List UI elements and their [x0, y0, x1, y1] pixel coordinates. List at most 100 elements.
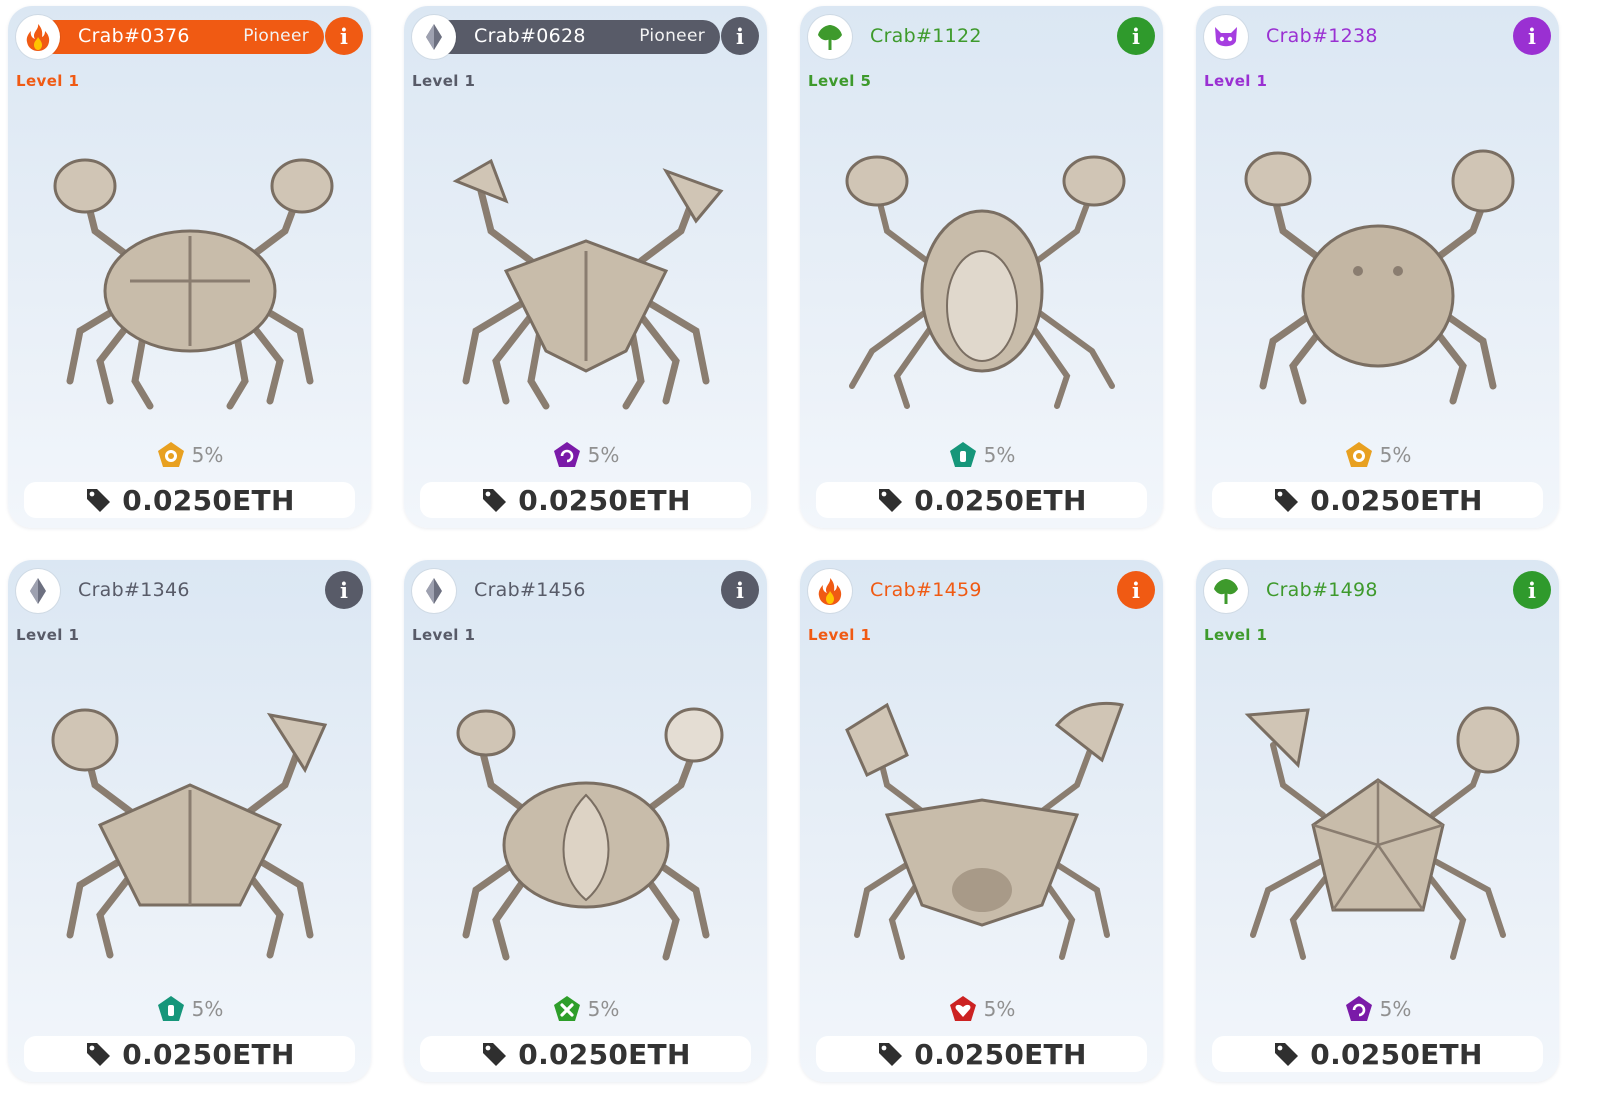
bonus-row: 5% [404, 994, 767, 1024]
price-value: 0.0250ETH [518, 483, 691, 517]
crab-name: Crab#1346 [78, 579, 190, 601]
price-bar: 0.0250ETH [24, 1036, 355, 1072]
bonus-value: 5% [191, 997, 224, 1021]
card-header: Crab#0628 Pioneer i [412, 15, 759, 59]
ghost-crystal-icon [412, 15, 456, 59]
bonus-value: 5% [191, 443, 224, 467]
card-header: Crab#0376 Pioneer i [16, 15, 363, 59]
info-button[interactable]: i [721, 17, 759, 55]
info-button[interactable]: i [721, 571, 759, 609]
crab-card[interactable]: Crab#1456 i Level 1 5% 0.0250ETH [404, 560, 767, 1082]
price-value: 0.0250ETH [122, 1037, 295, 1071]
crab-image[interactable] [420, 121, 751, 421]
nature-leaf-icon [1204, 569, 1248, 613]
nature-leaf-icon [808, 15, 852, 59]
crab-level: Level 5 [808, 72, 872, 90]
crab-image[interactable] [24, 121, 355, 421]
card-header: Crab#1346 i [16, 569, 363, 613]
crab-image[interactable] [1212, 121, 1543, 421]
info-button[interactable]: i [1117, 17, 1155, 55]
price-bar: 0.0250ETH [420, 482, 751, 518]
price-tag-icon [87, 489, 111, 512]
crab-name: Crab#1122 [870, 25, 982, 47]
bonus-value: 5% [587, 443, 620, 467]
crab-grid: Crab#0376 Pioneer i Level 1 5% 0.0250ETH… [8, 6, 1559, 1082]
crab-level: Level 1 [16, 626, 80, 644]
info-button[interactable]: i [1513, 17, 1551, 55]
price-tag-icon [483, 489, 507, 512]
price-tag-icon [1275, 1043, 1299, 1066]
info-button[interactable]: i [1513, 571, 1551, 609]
price-tag-icon [879, 489, 903, 512]
purple-pentagon-swirl-icon [553, 442, 580, 467]
crab-image[interactable] [816, 121, 1147, 421]
bonus-row: 5% [800, 440, 1163, 470]
crab-image[interactable] [816, 675, 1147, 975]
bonus-row: 5% [1196, 994, 1559, 1024]
price-bar: 0.0250ETH [816, 1036, 1147, 1072]
pioneer-tag: Pioneer [639, 26, 705, 46]
bonus-row: 5% [800, 994, 1163, 1024]
crab-level: Level 1 [808, 626, 872, 644]
bonus-value: 5% [983, 443, 1016, 467]
price-bar: 0.0250ETH [24, 482, 355, 518]
fire-icon [808, 569, 852, 613]
crab-name: Crab#0376 [78, 25, 190, 47]
crab-card[interactable]: Crab#1122 i Level 5 5% 0.0250ETH [800, 6, 1163, 528]
pioneer-tag: Pioneer [243, 26, 309, 46]
price-bar: 0.0250ETH [816, 482, 1147, 518]
teal-pentagon-bottle-icon [949, 442, 976, 467]
teal-pentagon-bottle-icon [157, 996, 184, 1021]
crab-name: Crab#0628 [474, 25, 586, 47]
fire-icon [16, 15, 60, 59]
bonus-value: 5% [587, 997, 620, 1021]
price-value: 0.0250ETH [518, 1037, 691, 1071]
bonus-row: 5% [8, 440, 371, 470]
bonus-row: 5% [1196, 440, 1559, 470]
ghost-crystal-icon [412, 569, 456, 613]
price-value: 0.0250ETH [914, 1037, 1087, 1071]
card-header: Crab#1498 i [1204, 569, 1551, 613]
crab-name: Crab#1498 [1266, 579, 1378, 601]
ghost-crystal-icon [16, 569, 60, 613]
crab-card[interactable]: Crab#0376 Pioneer i Level 1 5% 0.0250ETH [8, 6, 371, 528]
card-header: Crab#1459 i [808, 569, 1155, 613]
crab-level: Level 1 [1204, 72, 1268, 90]
card-header: Crab#1238 i [1204, 15, 1551, 59]
crab-level: Level 1 [412, 626, 476, 644]
crab-level: Level 1 [1204, 626, 1268, 644]
crab-name: Crab#1238 [1266, 25, 1378, 47]
price-tag-icon [87, 1043, 111, 1066]
orange-pentagon-flower-icon [157, 442, 184, 467]
purple-pentagon-swirl-icon [1345, 996, 1372, 1021]
price-bar: 0.0250ETH [1212, 482, 1543, 518]
crab-image[interactable] [24, 675, 355, 975]
crab-level: Level 1 [16, 72, 80, 90]
price-bar: 0.0250ETH [1212, 1036, 1543, 1072]
green-pentagon-cross-icon [553, 996, 580, 1021]
price-tag-icon [483, 1043, 507, 1066]
price-value: 0.0250ETH [122, 483, 295, 517]
info-button[interactable]: i [1117, 571, 1155, 609]
info-button[interactable]: i [325, 17, 363, 55]
crab-name: Crab#1456 [474, 579, 586, 601]
bonus-row: 5% [8, 994, 371, 1024]
crab-card[interactable]: Crab#1346 i Level 1 5% 0.0250ETH [8, 560, 371, 1082]
crab-image[interactable] [420, 675, 751, 975]
crab-image[interactable] [1212, 675, 1543, 975]
orange-pentagon-flower-icon [1345, 442, 1372, 467]
crab-card[interactable]: Crab#0628 Pioneer i Level 1 5% 0.0250ETH [404, 6, 767, 528]
crab-card[interactable]: Crab#1498 i Level 1 5% 0.0250ETH [1196, 560, 1559, 1082]
red-pentagon-heart-icon [949, 996, 976, 1021]
mystic-demon-icon [1204, 15, 1248, 59]
card-header: Crab#1456 i [412, 569, 759, 613]
crab-level: Level 1 [412, 72, 476, 90]
price-tag-icon [1275, 489, 1299, 512]
price-tag-icon [879, 1043, 903, 1066]
crab-card[interactable]: Crab#1459 i Level 1 5% 0.0250ETH [800, 560, 1163, 1082]
info-button[interactable]: i [325, 571, 363, 609]
bonus-value: 5% [1379, 997, 1412, 1021]
bonus-row: 5% [404, 440, 767, 470]
crab-card[interactable]: Crab#1238 i Level 1 5% 0.0250ETH [1196, 6, 1559, 528]
price-value: 0.0250ETH [1310, 1037, 1483, 1071]
